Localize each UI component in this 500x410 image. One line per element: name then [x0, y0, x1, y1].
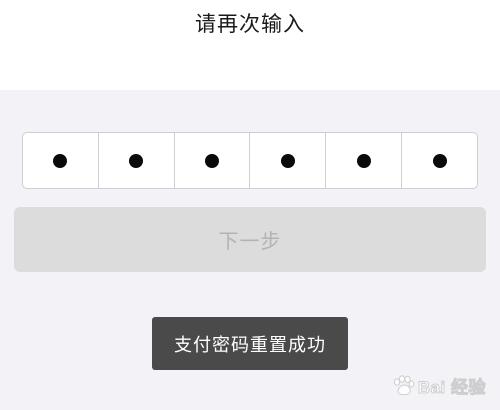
pin-cell	[23, 133, 99, 188]
pin-dot	[432, 153, 447, 168]
pin-dot	[205, 153, 220, 168]
watermark-text: Bai 经验	[417, 378, 486, 398]
next-button[interactable]: 下一步	[14, 207, 486, 272]
header-area: 请再次输入	[0, 0, 500, 90]
paw-logo-icon	[393, 374, 415, 395]
pin-cell	[175, 133, 251, 188]
watermark: Bai 经验	[391, 373, 486, 398]
pin-input[interactable]	[22, 132, 478, 189]
pin-dot	[280, 153, 295, 168]
pin-cell	[326, 133, 403, 188]
pin-cell	[402, 133, 477, 188]
toast-message: 支付密码重置成功	[152, 317, 348, 370]
page-title: 请再次输入	[195, 12, 305, 36]
pin-cell	[250, 133, 327, 188]
pin-dot	[53, 153, 68, 168]
pin-cell	[99, 133, 175, 188]
pin-dot	[129, 153, 144, 168]
pin-dot	[356, 153, 371, 168]
